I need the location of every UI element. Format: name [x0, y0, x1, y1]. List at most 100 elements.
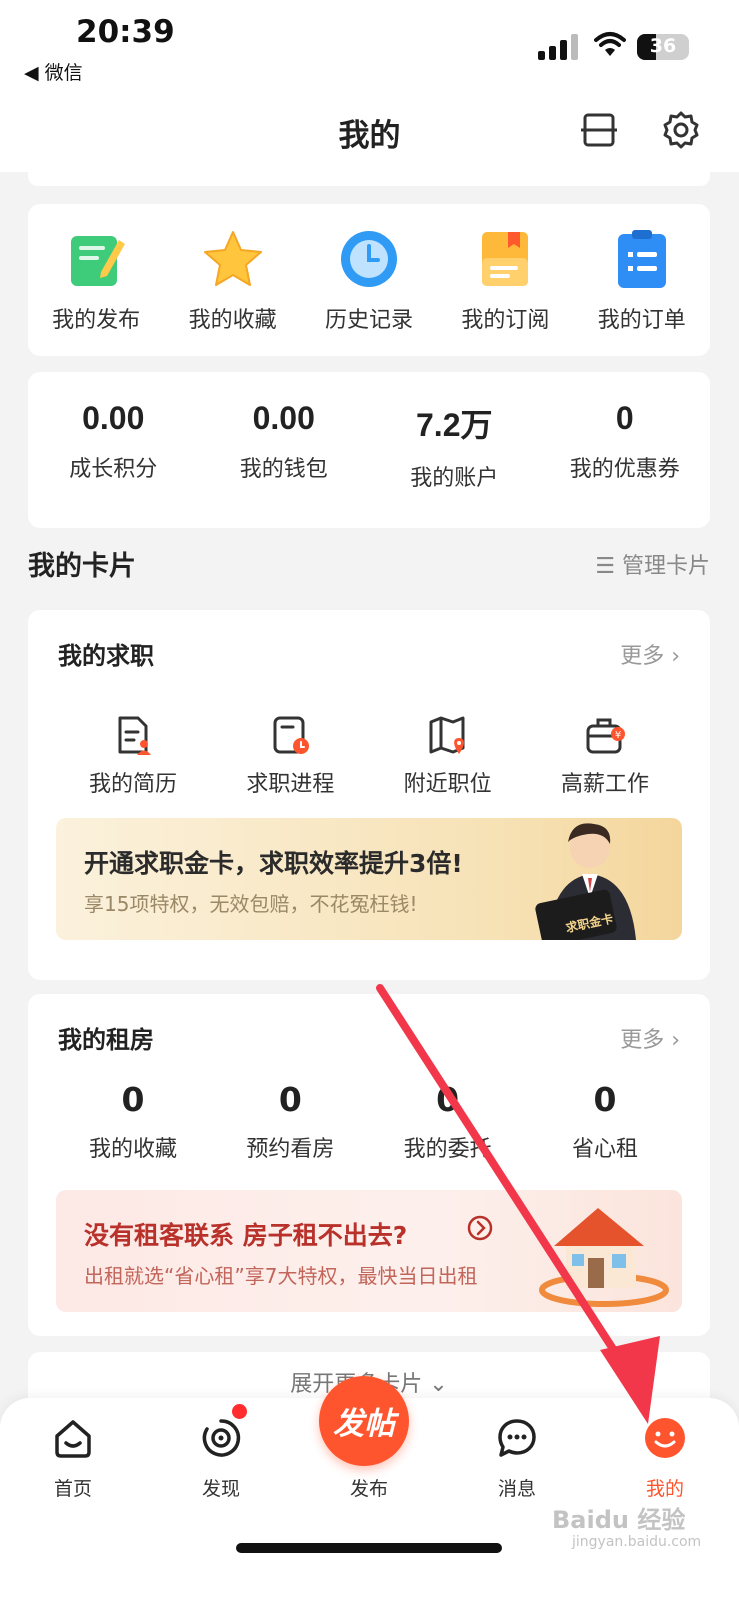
star-icon — [203, 231, 262, 286]
job-item-progress[interactable]: 求职进程 — [215, 714, 365, 798]
rent-stat-label: 省心租 — [571, 1137, 638, 1162]
circle-arrow-icon — [467, 1215, 493, 1241]
signal-icon — [538, 34, 582, 60]
discover-icon — [202, 1419, 241, 1457]
rent-stat-value: 0 — [278, 1080, 302, 1119]
quick-action-label: 我的订阅 — [461, 308, 550, 333]
quick-action-subscriptions[interactable]: 我的订阅 — [440, 226, 570, 334]
svg-text:¥: ¥ — [615, 730, 621, 741]
progress-clock-icon — [273, 716, 310, 754]
stat-coupons[interactable]: 0 我的优惠券 — [545, 400, 705, 492]
tab-label: 首页 — [53, 1478, 92, 1500]
rental-card: 我的租房 更多 › 0 我的收藏 0 预约看房 0 我的委托 0 省心租 没有租… — [28, 994, 710, 1336]
quick-action-favorites[interactable]: 我的收藏 — [168, 226, 298, 334]
quick-action-history[interactable]: 历史记录 — [304, 226, 434, 334]
profile-smile-icon — [645, 1418, 685, 1458]
status-time: 20:39 — [76, 14, 175, 50]
quick-action-orders[interactable]: 我的订单 — [577, 226, 707, 334]
job-item-label: 求职进程 — [246, 772, 335, 797]
stat-label: 我的账户 — [410, 466, 499, 491]
scan-icon[interactable] — [579, 110, 619, 150]
rent-stat-easy-rent[interactable]: 0 省心租 — [530, 1080, 680, 1163]
briefcase-icon: ¥ — [586, 718, 625, 754]
job-search-card: 我的求职 更多 › 我的简历 求职进程 附近职位 ¥ 高薪工作 开通求职金卡，求… — [28, 610, 710, 980]
previous-card-edge — [28, 172, 710, 186]
tab-label: 消息 — [497, 1478, 536, 1500]
watermark-logo: Baidu 经验 — [552, 1506, 686, 1534]
job-item-nearby[interactable]: 附近职位 — [373, 714, 523, 798]
job-item-high-salary[interactable]: ¥ 高薪工作 — [530, 714, 680, 798]
home-icon — [55, 1420, 91, 1458]
stat-label: 成长积分 — [69, 457, 158, 482]
rent-stat-value: 0 — [593, 1080, 617, 1119]
stat-label: 我的钱包 — [239, 457, 328, 482]
banner-title: 开通求职金卡，求职效率提升3倍! — [84, 849, 463, 878]
back-to-app-link[interactable]: ◀ 微信 — [24, 58, 83, 85]
battery-level: 36 — [649, 35, 677, 57]
job-item-label: 高薪工作 — [560, 772, 649, 797]
card-title: 我的求职 — [58, 642, 154, 670]
map-pin-icon — [429, 716, 465, 754]
tab-home[interactable]: 首页 — [23, 1416, 123, 1501]
quick-action-label: 我的发布 — [52, 308, 141, 333]
stat-account[interactable]: 7.2万 我的账户 — [374, 400, 534, 492]
tab-label: 发现 — [201, 1478, 240, 1500]
home-indicator — [236, 1543, 502, 1553]
job-item-label: 附近职位 — [403, 772, 492, 797]
stat-wallet[interactable]: 0.00 我的钱包 — [204, 400, 364, 492]
manage-cards-button[interactable]: ☰ 管理卡片 — [595, 548, 710, 580]
resume-icon — [118, 716, 151, 755]
stat-growth-points[interactable]: 0.00 成长积分 — [33, 400, 193, 492]
rent-stat-label: 预约看房 — [246, 1137, 335, 1162]
nav-bar: 我的 — [0, 90, 739, 172]
job-item-resume[interactable]: 我的简历 — [58, 714, 208, 798]
notification-dot — [232, 1404, 247, 1419]
status-bar: 20:39 ◀ 微信 36 — [0, 0, 739, 90]
quick-action-label: 历史记录 — [324, 308, 413, 333]
rent-stat-label: 我的收藏 — [88, 1137, 177, 1162]
quick-action-my-posts[interactable]: 我的发布 — [31, 226, 161, 334]
message-icon — [498, 1419, 536, 1457]
stat-value: 0 — [615, 400, 634, 436]
banner-title: 没有租客联系 房子租不出去? — [84, 1221, 408, 1250]
rent-stat-value: 0 — [121, 1080, 145, 1119]
tab-messages[interactable]: 消息 — [467, 1416, 567, 1501]
stat-value: 7.2万 — [416, 407, 493, 443]
job-gold-card-banner[interactable]: 开通求职金卡，求职效率提升3倍! 享15项特权，无效包赔，不花冤枉钱! 求职金卡 — [56, 818, 682, 940]
house-illustration — [539, 1208, 669, 1307]
clipboard-list-icon — [617, 230, 666, 288]
manage-cards-label: 管理卡片 — [621, 554, 710, 579]
post-button[interactable]: 发帖 — [319, 1376, 409, 1466]
stat-value: 0.00 — [252, 400, 315, 436]
tab-label: 我的 — [645, 1478, 684, 1500]
bookmark-doc-icon — [482, 232, 529, 286]
rent-stat-favorites[interactable]: 0 我的收藏 — [58, 1080, 208, 1163]
banner-subtitle: 出租就选“省心租”享7大特权，最快当日出租 — [84, 1264, 478, 1288]
tab-discover[interactable]: 发现 — [171, 1416, 271, 1501]
tab-label: 发布 — [349, 1478, 388, 1500]
businessman-illustration: 求职金卡 — [535, 823, 636, 940]
stats-card: 0.00 成长积分 0.00 我的钱包 7.2万 我的账户 0 我的优惠券 — [28, 372, 710, 528]
list-icon: ☰ — [595, 554, 622, 579]
rent-more-link[interactable]: 更多 › — [620, 1022, 680, 1054]
stat-label: 我的优惠券 — [569, 457, 680, 482]
job-more-link[interactable]: 更多 › — [620, 638, 680, 670]
quick-actions-card: 我的发布 我的收藏 历史记录 我的订阅 我的订单 — [28, 204, 710, 356]
clock-icon — [340, 231, 397, 287]
rent-stat-commissions[interactable]: 0 我的委托 — [373, 1080, 523, 1163]
page-title: 我的 — [338, 118, 401, 154]
cards-section-header: 我的卡片 ☰ 管理卡片 — [28, 540, 710, 590]
battery-icon: 36 — [637, 34, 689, 60]
stat-value: 0.00 — [82, 400, 145, 436]
banner-subtitle: 享15项特权，无效包赔，不花冤枉钱! — [84, 892, 418, 916]
section-title: 我的卡片 — [28, 551, 136, 582]
gear-icon[interactable] — [661, 110, 701, 150]
tab-me[interactable]: 我的 — [615, 1416, 715, 1501]
wifi-icon — [594, 30, 626, 58]
watermark-url: jingyan.baidu.com — [572, 1534, 702, 1550]
rent-stat-viewings[interactable]: 0 预约看房 — [215, 1080, 365, 1163]
rent-stat-label: 我的委托 — [403, 1137, 492, 1162]
post-button-label: 发帖 — [333, 1406, 395, 1442]
easy-rent-banner[interactable]: 没有租客联系 房子租不出去? 出租就选“省心租”享7大特权，最快当日出租 — [56, 1190, 682, 1312]
quick-action-label: 我的收藏 — [188, 308, 277, 333]
